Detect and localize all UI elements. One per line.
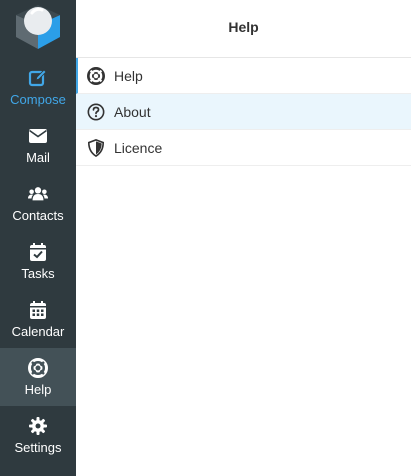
panel-header: Help xyxy=(76,0,411,58)
page-title: Help xyxy=(228,19,259,35)
nav-calendar-label: Calendar xyxy=(11,323,65,339)
help-menu: Help About Licence xyxy=(76,58,411,166)
menu-item-help-label: Help xyxy=(114,67,143,84)
roundcube-cube-icon xyxy=(16,5,60,49)
nav-help-label: Help xyxy=(24,381,52,397)
menu-item-licence[interactable]: Licence xyxy=(76,130,411,166)
envelope-icon xyxy=(28,126,48,146)
help-panel: Help Help About Licence xyxy=(76,0,411,476)
nav-help[interactable]: Help xyxy=(0,348,76,406)
nav-settings[interactable]: Settings xyxy=(0,406,76,464)
question-circle-icon xyxy=(87,103,105,121)
pencil-square-icon xyxy=(28,68,48,88)
life-ring-icon xyxy=(87,66,105,85)
menu-item-help[interactable]: Help xyxy=(76,58,411,94)
menu-item-about-label: About xyxy=(114,103,151,120)
app-window: Compose Mail Contacts Tasks Calendar Hel… xyxy=(0,0,411,476)
nav-contacts[interactable]: Contacts xyxy=(0,174,76,232)
nav-tasks-label: Tasks xyxy=(21,265,55,281)
nav-mail[interactable]: Mail xyxy=(0,116,76,174)
app-logo[interactable] xyxy=(0,0,76,58)
shield-icon xyxy=(87,138,105,157)
nav-settings-label: Settings xyxy=(14,439,62,455)
nav-calendar[interactable]: Calendar xyxy=(0,290,76,348)
nav-compose-label: Compose xyxy=(10,91,66,107)
navigation-rail: Compose Mail Contacts Tasks Calendar Hel… xyxy=(0,0,76,476)
menu-item-licence-label: Licence xyxy=(114,139,163,156)
nav-compose[interactable]: Compose xyxy=(0,58,76,116)
life-ring-icon xyxy=(28,357,48,378)
menu-item-about[interactable]: About xyxy=(76,94,411,130)
nav-tasks[interactable]: Tasks xyxy=(0,232,76,290)
nav-mail-label: Mail xyxy=(26,149,50,165)
nav-contacts-label: Contacts xyxy=(12,207,64,223)
calendar-icon xyxy=(28,300,48,320)
gear-icon xyxy=(28,416,48,436)
calendar-check-icon xyxy=(28,242,48,262)
users-icon xyxy=(28,184,48,204)
